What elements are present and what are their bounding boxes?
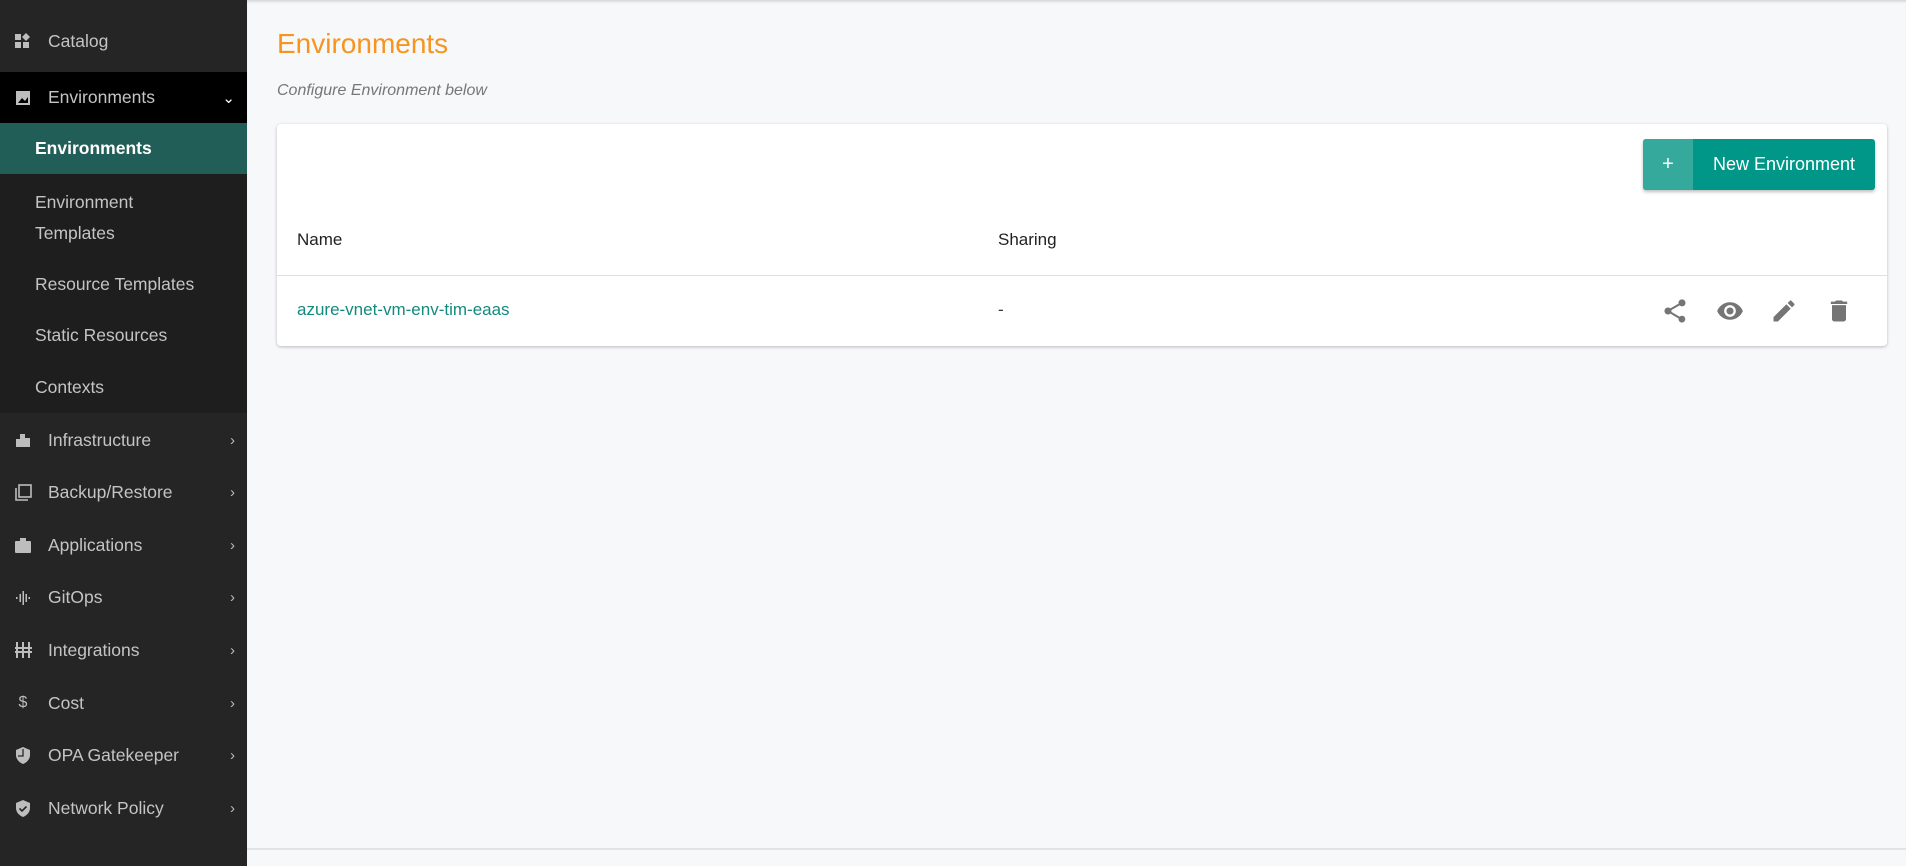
chevron-right-icon: ›: [230, 484, 235, 502]
view-icon[interactable]: [1716, 297, 1744, 325]
sidebar-subitem-label: Resource Templates: [35, 273, 195, 294]
sidebar-subitem-label: Environments: [35, 138, 152, 158]
sidebar-item-backup-restore[interactable]: Backup/Restore ›: [0, 467, 247, 519]
sidebar-item-gitops[interactable]: GitOps ›: [0, 572, 247, 624]
catalog-icon: [12, 33, 34, 49]
sidebar-subitem-environments[interactable]: Environments: [0, 123, 247, 174]
chevron-right-icon: ›: [230, 589, 235, 607]
chevron-right-icon: ›: [230, 641, 235, 659]
sidebar-subitem-label: Environment Templates: [35, 191, 134, 243]
chevron-right-icon: ›: [230, 799, 235, 817]
dollar-icon: $: [18, 694, 28, 711]
new-environment-button[interactable]: + New Environment: [1643, 139, 1875, 190]
sidebar-item-environments[interactable]: Environments ⌄: [0, 72, 247, 123]
sidebar-item-label: Integrations: [48, 639, 140, 660]
building-icon: [12, 432, 34, 448]
sidebar-item-label: Infrastructure: [48, 429, 152, 450]
delete-icon[interactable]: [1825, 297, 1853, 325]
edit-icon[interactable]: [1770, 297, 1798, 325]
sidebar-item-label: Catalog: [48, 30, 109, 51]
environment-sharing: -: [998, 300, 1004, 319]
column-header-sharing[interactable]: Sharing: [998, 230, 1057, 250]
sidebar-subitem-label: Static Resources: [35, 324, 168, 345]
sidebar-item-infrastructure[interactable]: Infrastructure ›: [0, 414, 247, 466]
waveform-icon: [12, 590, 34, 606]
sidebar-subitem-environment-templates[interactable]: Environment Templates: [0, 174, 247, 259]
sidebar-subitem-resource-templates[interactable]: Resource Templates: [0, 259, 247, 309]
header-divider: [277, 275, 1887, 276]
copy-icon: [12, 484, 34, 501]
sidebar-item-label: Network Policy: [48, 797, 164, 818]
sidebar-item-label: Applications: [48, 534, 143, 555]
sidebar: Catalog Environments ⌄ Environments Envi…: [0, 0, 247, 866]
sidebar-item-cost[interactable]: $ Cost ›: [0, 677, 247, 729]
sidebar-item-label: Environments: [48, 87, 155, 107]
environment-name-link[interactable]: azure-vnet-vm-env-tim-eaas: [297, 300, 510, 320]
shield-check-icon: [12, 799, 34, 817]
main-content: Environments Configure Environment below…: [247, 0, 1906, 866]
sidebar-item-opa-gatekeeper[interactable]: OPA Gatekeeper ›: [0, 730, 247, 782]
shield-icon: [12, 747, 34, 765]
sidebar-item-label: Cost: [48, 692, 84, 713]
sidebar-subitem-label: Contexts: [35, 376, 105, 397]
sidebar-item-applications[interactable]: Applications ›: [0, 519, 247, 571]
sidebar-item-label: GitOps: [48, 587, 103, 608]
plus-icon: +: [1643, 139, 1693, 190]
chevron-down-icon: ⌄: [222, 89, 235, 107]
column-header-name[interactable]: Name: [297, 230, 342, 250]
sidebar-item-label: Backup/Restore: [48, 482, 173, 503]
sidebar-item-label: OPA Gatekeeper: [48, 745, 180, 766]
chevron-right-icon: ›: [230, 747, 235, 765]
sliders-icon: [12, 642, 34, 659]
environments-card: + New Environment Name Sharing azure-vne…: [277, 124, 1887, 346]
share-icon[interactable]: [1661, 297, 1689, 325]
image-icon: [12, 90, 34, 106]
sidebar-item-network-policy[interactable]: Network Policy ›: [0, 782, 247, 834]
sidebar-subitem-contexts[interactable]: Contexts: [0, 361, 247, 413]
new-environment-label: New Environment: [1712, 154, 1856, 174]
chevron-right-icon: ›: [230, 431, 235, 449]
chevron-right-icon: ›: [230, 536, 235, 554]
page-title: Environments: [277, 28, 449, 59]
sidebar-subitem-static-resources[interactable]: Static Resources: [0, 309, 247, 361]
chevron-right-icon: ›: [230, 694, 235, 712]
briefcase-icon: [12, 537, 34, 553]
page-subtitle: Configure Environment below: [277, 82, 487, 99]
sidebar-item-catalog[interactable]: Catalog: [0, 15, 247, 67]
footer: [247, 848, 1906, 866]
sidebar-item-integrations[interactable]: Integrations ›: [0, 624, 247, 676]
